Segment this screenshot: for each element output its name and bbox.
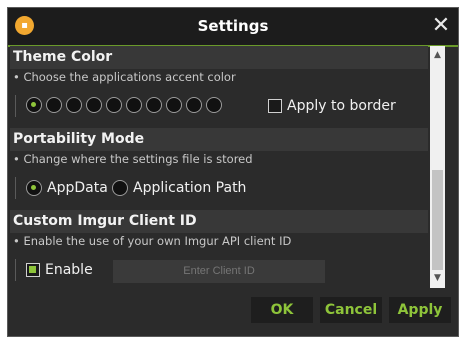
section-title: Theme Color [10,46,428,69]
title-bar: ▪ Settings ✕ [8,8,458,45]
application-path-radio[interactable] [112,180,128,196]
imgur-options: Enable [10,250,428,288]
theme-color-section: Theme Color • Choose the applications ac… [10,46,428,128]
application-path-label: Application Path [133,180,247,196]
color-swatch-6[interactable] [126,97,142,113]
close-button[interactable]: ✕ [430,15,452,37]
color-swatch-9[interactable] [186,97,202,113]
color-swatch-10[interactable] [206,97,222,113]
settings-scroll-area: Theme Color • Choose the applications ac… [10,46,428,288]
section-title: Portability Mode [10,128,428,151]
portability-mode-section: Portability Mode • Change where the sett… [10,128,428,210]
scroll-down-icon[interactable]: ▼ [430,271,445,286]
portability-options: AppData Application Path [10,168,428,210]
section-description: • Choose the applications accent color [13,70,236,84]
section-description: • Change where the settings file is stor… [13,152,253,166]
color-swatches [26,97,222,113]
apply-to-border-option[interactable]: Apply to border [268,98,396,114]
color-swatch-1[interactable] [26,97,42,113]
scroll-up-icon[interactable]: ▲ [430,48,445,63]
color-swatch-3[interactable] [66,97,82,113]
apply-button[interactable]: Apply [389,297,451,323]
color-swatch-8[interactable] [166,97,182,113]
theme-color-options: Apply to border [10,86,428,128]
application-path-option[interactable]: Application Path [112,180,246,196]
color-swatch-5[interactable] [106,97,122,113]
appdata-label: AppData [47,180,108,196]
section-divider [15,177,16,199]
enable-label: Enable [45,262,93,278]
section-description: • Enable the use of your own Imgur API c… [13,234,292,248]
vertical-scrollbar[interactable]: ▲ ▼ [430,46,445,288]
appdata-radio[interactable] [26,180,42,196]
scrollbar-thumb[interactable] [432,170,443,270]
section-divider [15,95,16,117]
apply-to-border-label: Apply to border [287,98,396,114]
client-id-input[interactable] [113,260,325,283]
enable-checkbox[interactable] [26,263,40,277]
color-swatch-4[interactable] [86,97,102,113]
window-title: Settings [197,17,269,35]
color-swatch-2[interactable] [46,97,62,113]
color-swatch-7[interactable] [146,97,162,113]
cancel-button[interactable]: Cancel [320,297,382,323]
imgur-client-section: Custom Imgur Client ID • Enable the use … [10,210,428,288]
appdata-option[interactable]: AppData [26,180,108,196]
section-title: Custom Imgur Client ID [10,210,428,233]
section-divider [15,259,16,281]
enable-option[interactable]: Enable [26,262,93,278]
apply-to-border-checkbox[interactable] [268,99,282,113]
ok-button[interactable]: OK [251,297,313,323]
